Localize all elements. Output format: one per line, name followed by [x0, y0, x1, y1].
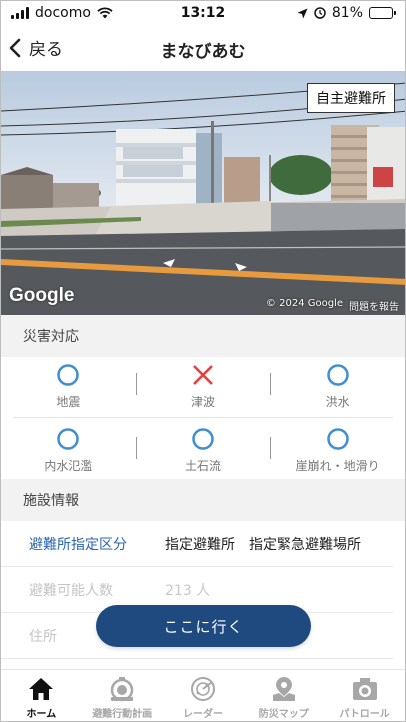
go-here-button[interactable]: ここに行く — [96, 605, 311, 647]
battery-icon — [369, 7, 396, 19]
tab-bar: ホーム 避難行動計画 レーダー 防災マップ パトロール — [1, 669, 405, 721]
info-row-designation: 避難所指定区分 指定避難所 指定緊急避難場所 — [1, 521, 393, 567]
street-view[interactable]: 自主避難所 Google © 2024 Google 問題を報告 — [1, 71, 405, 315]
info-key: 避難可能人数 — [29, 582, 113, 599]
report-problem-link[interactable]: 問題を報告 — [349, 298, 399, 313]
tab-label: 防災マップ — [258, 709, 309, 720]
tab-label: パトロール — [339, 709, 390, 720]
info-values: 213 人 — [165, 580, 210, 600]
copyright-text: © 2024 Google — [265, 298, 343, 309]
hazard-label: 洪水 — [325, 395, 350, 409]
hazard-item: 内水氾濫 — [1, 421, 136, 481]
circle-icon — [57, 428, 80, 450]
street-view-attribution: © 2024 Google 問題を報告 — [266, 298, 399, 313]
google-logo: Google — [9, 285, 75, 306]
hazard-label: 崖崩れ・地滑り — [295, 459, 380, 473]
location-arrow-icon — [297, 8, 308, 18]
shelter-type-tag: 自主避難所 — [307, 83, 395, 113]
hazard-row: 内水氾濫 土石流 崖崩れ・地滑り — [1, 421, 405, 481]
hazard-grid: 地震 津波 洪水 内水氾濫 土石流 崖崩れ・地滑り — [1, 357, 405, 479]
alarm-icon — [314, 7, 326, 19]
tab-label: レーダー — [182, 709, 223, 720]
hazard-divider — [13, 417, 393, 418]
hazard-label: 地震 — [56, 395, 81, 409]
hazard-item: 土石流 — [135, 421, 271, 481]
camera-icon — [352, 678, 377, 700]
info-value: 213 人 — [165, 582, 211, 599]
hazard-row: 地震 津波 洪水 — [1, 357, 405, 417]
circle-icon — [326, 364, 349, 386]
status-right: 81% — [297, 5, 396, 21]
nav-bar: 戻る まなびあむ — [1, 27, 405, 71]
facility-section-header: 施設情報 — [1, 479, 405, 521]
hazard-label: 土石流 — [185, 459, 222, 473]
home-icon — [29, 678, 54, 700]
cross-icon — [193, 365, 213, 385]
circle-icon — [192, 428, 214, 450]
hazard-item: 洪水 — [270, 357, 405, 417]
hazard-label: 津波 — [191, 395, 216, 409]
hazard-item: 崖崩れ・地滑り — [270, 421, 405, 481]
tab-patrol[interactable]: パトロール — [324, 670, 405, 721]
info-value: 指定避難所 — [165, 536, 235, 553]
tab-label: ホーム — [26, 709, 57, 720]
tab-evacuation-plan[interactable]: 避難行動計画 — [82, 670, 163, 721]
tab-hazard-map[interactable]: 防災マップ — [243, 670, 324, 721]
page-title: まなびあむ — [160, 42, 246, 62]
info-key: 避難所指定区分 — [29, 536, 127, 553]
tab-label: 避難行動計画 — [92, 709, 153, 720]
tab-home[interactable]: ホーム — [1, 670, 82, 721]
info-values: 指定避難所 指定緊急避難場所 — [165, 534, 361, 554]
app-frame: docomo 13:12 81% 戻る まなびあむ 自主避難所 Google ©… — [0, 0, 406, 722]
battery-percent: 81% — [331, 5, 363, 21]
status-bar: docomo 13:12 81% — [1, 1, 405, 27]
hazard-label: 内水氾濫 — [44, 459, 93, 473]
hazard-item: 地震 — [1, 357, 136, 417]
info-value: 指定緊急避難場所 — [249, 536, 361, 553]
timer-icon — [110, 677, 134, 702]
map-pin-icon — [272, 677, 295, 701]
radar-icon — [190, 677, 215, 701]
tab-radar[interactable]: レーダー — [163, 670, 244, 721]
disaster-section-header: 災害対応 — [1, 315, 405, 357]
circle-icon — [57, 364, 80, 386]
hazard-item: 津波 — [135, 357, 271, 417]
circle-icon — [326, 428, 349, 450]
